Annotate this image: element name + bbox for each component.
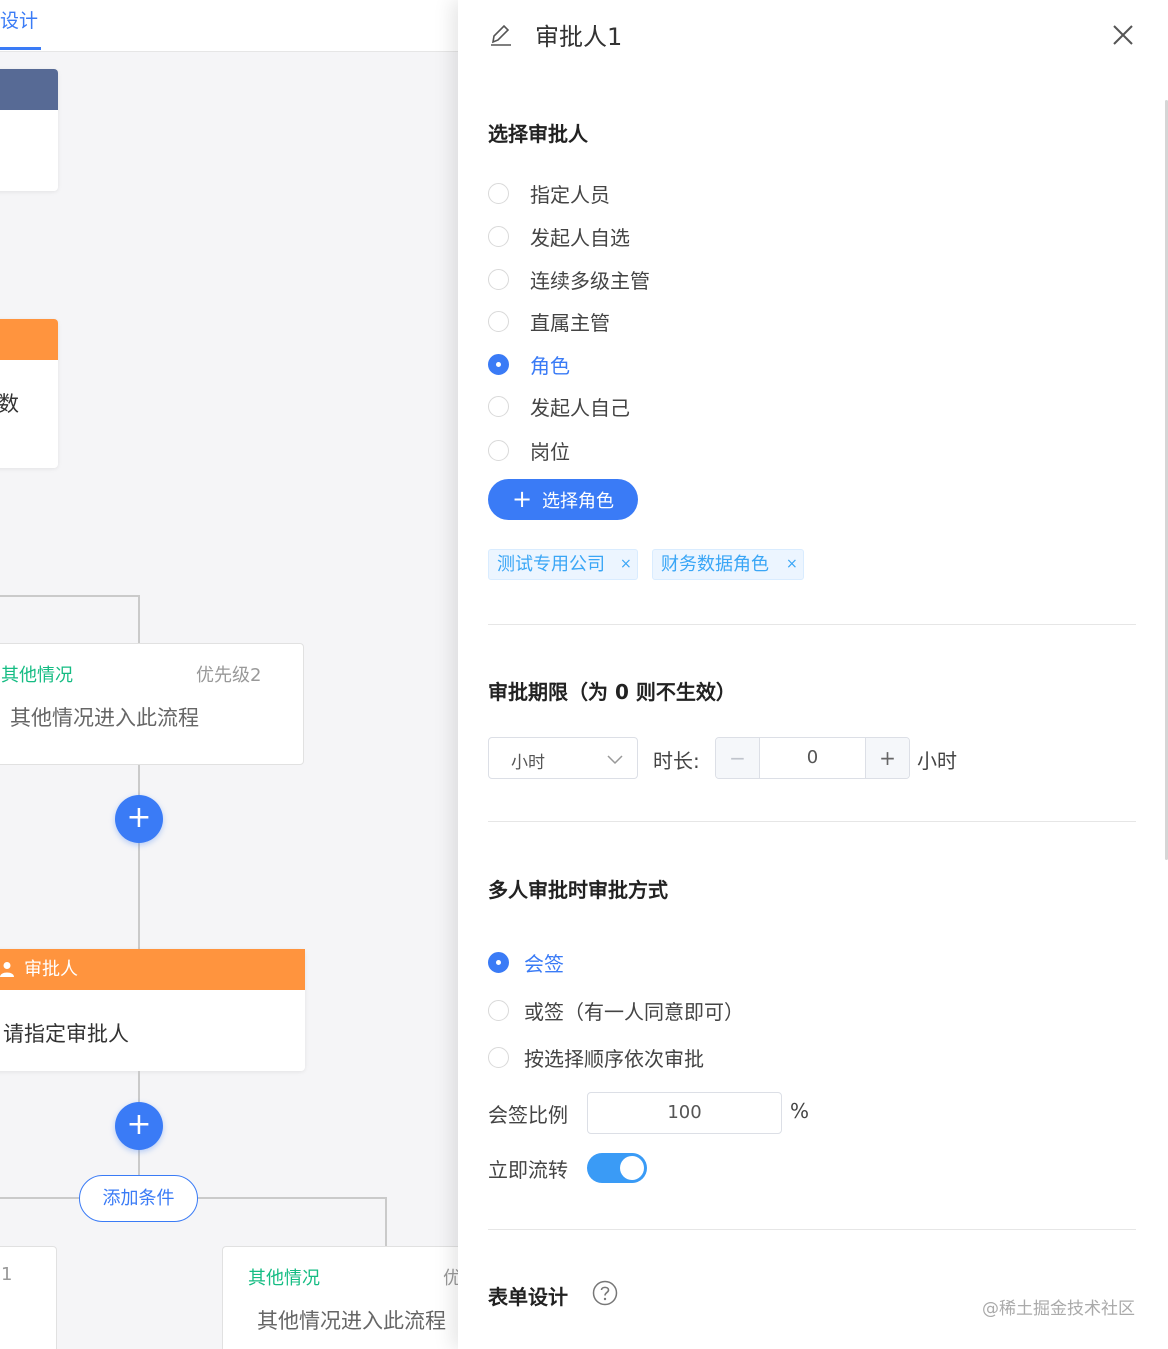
plus-icon: + [511, 485, 533, 513]
radio-button[interactable] [488, 182, 509, 204]
immediate-flow-label: 立即流转 [488, 1158, 568, 1182]
user-icon [0, 962, 14, 977]
condition-node[interactable]: 其他情况 优先级2 其他情况进入此流程 [0, 643, 304, 765]
decrement-button[interactable]: − [716, 738, 760, 778]
radio-option-role[interactable]: 角色 [488, 350, 570, 378]
node-header [0, 319, 58, 360]
duration-unit-label: 小时 [917, 749, 957, 773]
toggle-knob [620, 1156, 644, 1180]
node-header [0, 69, 58, 110]
divider [488, 821, 1136, 822]
radio-label: 直属主管 [530, 310, 610, 335]
radio-button[interactable] [488, 395, 509, 417]
drawer-title[interactable]: 审批人1 [535, 17, 622, 52]
flow-node-initiator[interactable] [0, 69, 58, 191]
help-icon[interactable] [592, 1280, 618, 1306]
approver-node-title: 审批人 [24, 959, 78, 980]
section-title-deadline: 审批期限（为 0 则不生效） [488, 680, 736, 704]
radio-label: 会签 [524, 951, 564, 976]
role-tag: 财务数据角色 × [652, 549, 804, 580]
duration-input[interactable]: 0 [760, 738, 865, 778]
time-unit-value: 小时 [511, 753, 545, 773]
increment-button[interactable]: + [865, 738, 909, 778]
edit-icon[interactable] [488, 21, 514, 47]
radio-label: 连续多级主管 [530, 268, 650, 293]
select-role-label: 选择角色 [542, 491, 615, 512]
duration-stepper[interactable]: − 0 + [715, 737, 910, 779]
tab-bar: 设计 [0, 0, 460, 52]
radio-label: 岗位 [530, 439, 570, 464]
add-node-button[interactable]: + [115, 795, 163, 843]
radio-button-checked[interactable] [488, 951, 509, 973]
add-condition-button[interactable]: 添加条件 [79, 1175, 198, 1222]
section-title-multi-approval: 多人审批时审批方式 [488, 878, 668, 902]
radio-option-or-sign[interactable]: 或签（有一人同意即可） [488, 996, 744, 1024]
duration-label: 时长: [653, 749, 700, 773]
radio-option-position[interactable]: 岗位 [488, 436, 570, 464]
radio-option-initiator-choose[interactable]: 发起人自选 [488, 222, 630, 250]
role-tag: 测试专用公司 × [488, 549, 638, 580]
countersign-ratio-label: 会签比例 [488, 1103, 568, 1127]
add-node-button[interactable]: + [115, 1102, 163, 1150]
condition-title: 1 [1, 1264, 13, 1285]
close-icon[interactable] [1112, 24, 1134, 46]
divider [488, 624, 1136, 625]
radio-option-direct-manager[interactable]: 直属主管 [488, 307, 610, 335]
condition-priority: 优先级2 [196, 665, 262, 686]
radio-button[interactable] [488, 999, 509, 1021]
flow-node-approver-top[interactable]: 数 [0, 319, 58, 468]
divider [488, 1229, 1136, 1230]
percent-label: % [790, 1099, 810, 1123]
countersign-ratio-input[interactable]: 100 [587, 1092, 782, 1134]
branch-line [385, 1197, 387, 1247]
section-title-select-approver: 选择审批人 [488, 122, 588, 146]
flow-connector [138, 765, 140, 950]
radio-button[interactable] [488, 1046, 509, 1068]
section-title-form-design: 表单设计 [488, 1285, 568, 1309]
tag-label: 测试专用公司 [497, 554, 605, 575]
immediate-flow-toggle[interactable] [587, 1153, 647, 1183]
radio-option-designated[interactable]: 指定人员 [488, 179, 610, 207]
branch-line [138, 595, 140, 645]
condition-node[interactable]: 其他情况 优 其他情况进入此流程 [222, 1246, 460, 1349]
radio-button[interactable] [488, 268, 509, 290]
flow-canvas: 设计 数 其他情况 优先级2 其他情况进入此流程 + 审批人 请指定审批人 + … [0, 0, 460, 1349]
radio-label: 按选择顺序依次审批 [524, 1046, 704, 1071]
condition-title: 其他情况 [248, 1268, 320, 1289]
radio-label: 或签（有一人同意即可） [524, 999, 744, 1024]
tag-label: 财务数据角色 [661, 554, 769, 575]
node-body-text: 数 [0, 392, 19, 416]
tab-design[interactable]: 设计 [0, 6, 38, 33]
radio-option-multi-level-manager[interactable]: 连续多级主管 [488, 265, 650, 293]
watermark: @稀土掘金技术社区 [982, 1299, 1135, 1319]
radio-button[interactable] [488, 225, 509, 247]
tag-close-icon[interactable]: × [786, 550, 798, 579]
time-unit-select[interactable]: 小时 [488, 737, 638, 779]
approver-node-header: 审批人 [0, 949, 305, 990]
radio-option-sequential[interactable]: 按选择顺序依次审批 [488, 1043, 704, 1071]
radio-button-checked[interactable] [488, 353, 509, 375]
radio-option-countersign[interactable]: 会签 [488, 948, 564, 976]
radio-option-initiator-self[interactable]: 发起人自己 [488, 392, 630, 420]
select-role-button[interactable]: + 选择角色 [488, 479, 638, 520]
approver-settings-drawer: 审批人1 选择审批人 指定人员 发起人自选 连续多级主管 直属主管 角色 发起人… [458, 0, 1168, 1349]
radio-label: 角色 [530, 353, 570, 378]
condition-text: 其他情况进入此流程 [257, 1309, 446, 1333]
tag-close-icon[interactable]: × [620, 550, 632, 579]
radio-label: 发起人自己 [530, 395, 630, 420]
radio-label: 发起人自选 [530, 225, 630, 250]
condition-text: 其他情况进入此流程 [10, 706, 199, 730]
approver-node-text: 请指定审批人 [3, 1022, 129, 1046]
branch-line [0, 595, 140, 597]
radio-button[interactable] [488, 439, 509, 461]
radio-label: 指定人员 [530, 182, 610, 207]
radio-button[interactable] [488, 310, 509, 332]
condition-node[interactable]: 1 [0, 1246, 57, 1349]
chevron-down-icon [607, 755, 623, 765]
condition-title: 其他情况 [1, 665, 73, 686]
active-tab-indicator [0, 47, 41, 50]
